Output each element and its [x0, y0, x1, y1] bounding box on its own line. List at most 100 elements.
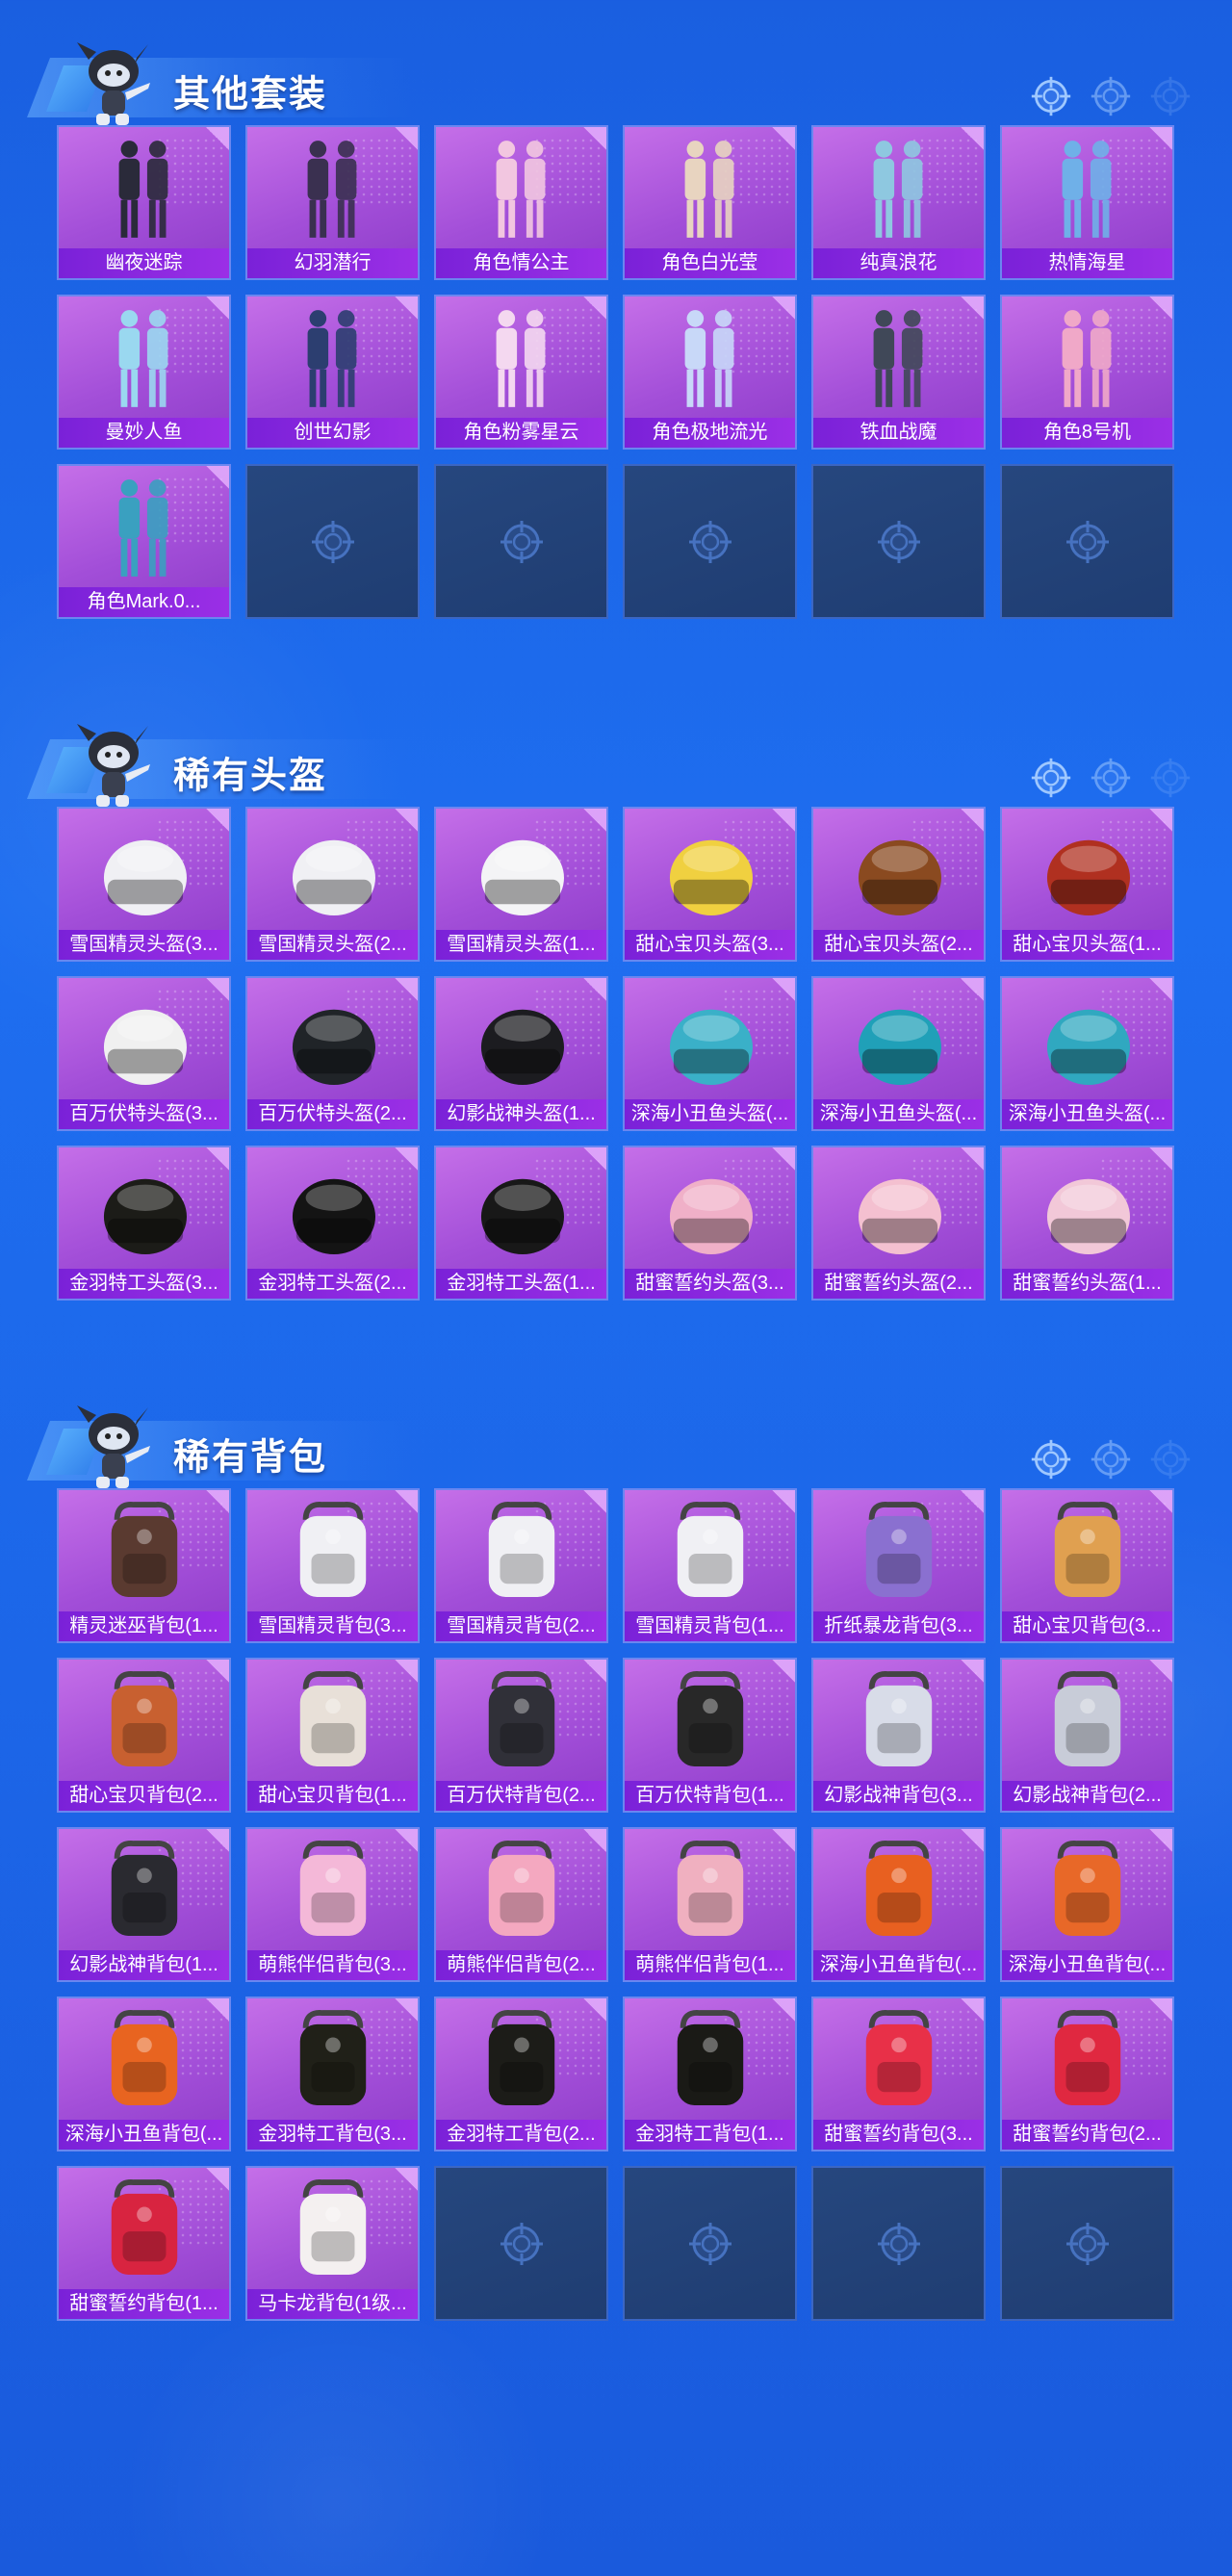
header-icon-group — [1030, 1438, 1192, 1481]
item-card[interactable]: 折纸暴龙背包(3... — [811, 1488, 986, 1643]
empty-slot — [1000, 2166, 1174, 2321]
item-card[interactable]: 角色Mark.0... — [57, 464, 231, 619]
item-label: 甜蜜誓约头盔(1... — [1002, 1269, 1172, 1299]
item-card[interactable]: 金羽特工头盔(1... — [434, 1146, 608, 1301]
crosshair-icon — [876, 2221, 922, 2267]
item-label: 热情海星 — [1002, 248, 1172, 278]
section-rare-helmets: 稀有头盔 雪国精灵头盔(3... 雪国精灵头盔(2... 雪国精灵头盔(1...… — [0, 682, 1232, 1301]
item-card[interactable]: 马卡龙背包(1级... — [245, 2166, 420, 2321]
item-card[interactable]: 雪国精灵头盔(1... — [434, 807, 608, 962]
section-title: 稀有头盔 — [173, 756, 328, 797]
item-grid: 精灵迷巫背包(1... 雪国精灵背包(3... 雪国精灵背包(2... 雪国精灵… — [57, 1488, 1174, 2321]
item-label: 雪国精灵头盔(3... — [59, 930, 229, 960]
item-card[interactable]: 雪国精灵背包(1... — [623, 1488, 797, 1643]
item-card[interactable]: 甜蜜誓约头盔(1... — [1000, 1146, 1174, 1301]
item-label: 金羽特工背包(3... — [247, 2120, 418, 2150]
item-card[interactable]: 雪国精灵背包(2... — [434, 1488, 608, 1643]
item-label: 幻影战神背包(1... — [59, 1950, 229, 1980]
item-card[interactable]: 深海小丑鱼背包(... — [57, 1996, 231, 2151]
item-card[interactable]: 热情海星 — [1000, 125, 1174, 280]
item-card[interactable]: 金羽特工背包(2... — [434, 1996, 608, 2151]
item-card[interactable]: 甜蜜誓约头盔(2... — [811, 1146, 986, 1301]
crosshair-icon — [310, 519, 356, 565]
item-card[interactable]: 幽夜迷踪 — [57, 125, 231, 280]
item-card[interactable]: 深海小丑鱼背包(... — [1000, 1827, 1174, 1982]
item-card[interactable]: 金羽特工背包(1... — [623, 1996, 797, 2151]
item-card[interactable]: 甜心宝贝背包(3... — [1000, 1488, 1174, 1643]
item-card[interactable]: 萌熊伴侣背包(2... — [434, 1827, 608, 1982]
item-card[interactable]: 幻影战神背包(3... — [811, 1658, 986, 1813]
item-card[interactable]: 角色粉雾星云 — [434, 295, 608, 450]
item-card[interactable]: 甜心宝贝头盔(2... — [811, 807, 986, 962]
item-card[interactable]: 精灵迷巫背包(1... — [57, 1488, 231, 1643]
item-card[interactable]: 金羽特工头盔(3... — [57, 1146, 231, 1301]
item-card[interactable]: 幻羽潜行 — [245, 125, 420, 280]
item-card[interactable]: 萌熊伴侣背包(1... — [623, 1827, 797, 1982]
item-label: 角色情公主 — [436, 248, 606, 278]
crosshair-icon — [1149, 75, 1192, 117]
item-card[interactable]: 角色白光莹 — [623, 125, 797, 280]
item-card[interactable]: 甜蜜誓约头盔(3... — [623, 1146, 797, 1301]
item-label: 甜蜜誓约头盔(3... — [625, 1269, 795, 1299]
item-card[interactable]: 角色8号机 — [1000, 295, 1174, 450]
item-card[interactable]: 纯真浪花 — [811, 125, 986, 280]
item-card[interactable]: 甜心宝贝背包(2... — [57, 1658, 231, 1813]
item-label: 甜心宝贝背包(2... — [59, 1781, 229, 1811]
item-label: 金羽特工头盔(1... — [436, 1269, 606, 1299]
item-card[interactable]: 甜蜜誓约背包(3... — [811, 1996, 986, 2151]
empty-slot — [623, 2166, 797, 2321]
item-label: 金羽特工头盔(3... — [59, 1269, 229, 1299]
item-card[interactable]: 雪国精灵背包(3... — [245, 1488, 420, 1643]
header-icon-group — [1030, 757, 1192, 799]
item-label: 百万伏特头盔(2... — [247, 1099, 418, 1129]
item-card[interactable]: 深海小丑鱼头盔(... — [811, 976, 986, 1131]
crosshair-icon — [687, 519, 733, 565]
item-label: 甜蜜誓约背包(2... — [1002, 2120, 1172, 2150]
item-card[interactable]: 萌熊伴侣背包(3... — [245, 1827, 420, 1982]
crosshair-icon — [1065, 2221, 1111, 2267]
item-label: 甜蜜誓约背包(3... — [813, 2120, 984, 2150]
item-label: 角色Mark.0... — [59, 587, 229, 617]
crosshair-icon — [1090, 757, 1132, 799]
crosshair-icon — [1030, 757, 1072, 799]
item-card[interactable]: 幻影战神头盔(1... — [434, 976, 608, 1131]
item-card[interactable]: 幻影战神背包(2... — [1000, 1658, 1174, 1813]
empty-slot — [1000, 464, 1174, 619]
item-card[interactable]: 创世幻影 — [245, 295, 420, 450]
item-card[interactable]: 深海小丑鱼背包(... — [811, 1827, 986, 1982]
item-label: 角色粉雾星云 — [436, 418, 606, 448]
item-label: 马卡龙背包(1级... — [247, 2289, 418, 2319]
item-card[interactable]: 雪国精灵头盔(2... — [245, 807, 420, 962]
item-label: 甜心宝贝头盔(3... — [625, 930, 795, 960]
item-card[interactable]: 甜蜜誓约背包(1... — [57, 2166, 231, 2321]
item-card[interactable]: 曼妙人鱼 — [57, 295, 231, 450]
item-card[interactable]: 深海小丑鱼头盔(... — [1000, 976, 1174, 1131]
item-card[interactable]: 甜心宝贝背包(1... — [245, 1658, 420, 1813]
item-card[interactable]: 金羽特工头盔(2... — [245, 1146, 420, 1301]
item-card[interactable]: 铁血战魔 — [811, 295, 986, 450]
item-card[interactable]: 甜心宝贝头盔(3... — [623, 807, 797, 962]
item-card[interactable]: 甜心宝贝头盔(1... — [1000, 807, 1174, 962]
mascot-icon — [67, 1396, 156, 1492]
section-header: 稀有头盔 — [0, 682, 1232, 807]
item-label: 百万伏特背包(1... — [625, 1781, 795, 1811]
item-card[interactable]: 深海小丑鱼头盔(... — [623, 976, 797, 1131]
item-card[interactable]: 百万伏特背包(1... — [623, 1658, 797, 1813]
item-card[interactable]: 角色极地流光 — [623, 295, 797, 450]
item-card[interactable]: 幻影战神背包(1... — [57, 1827, 231, 1982]
item-card[interactable]: 金羽特工背包(3... — [245, 1996, 420, 2151]
item-label: 甜蜜誓约头盔(2... — [813, 1269, 984, 1299]
item-label: 折纸暴龙背包(3... — [813, 1611, 984, 1641]
item-card[interactable]: 百万伏特头盔(3... — [57, 976, 231, 1131]
crosshair-icon — [1149, 1438, 1192, 1481]
item-card[interactable]: 角色情公主 — [434, 125, 608, 280]
item-card[interactable]: 百万伏特背包(2... — [434, 1658, 608, 1813]
item-card[interactable]: 雪国精灵头盔(3... — [57, 807, 231, 962]
item-card[interactable]: 甜蜜誓约背包(2... — [1000, 1996, 1174, 2151]
item-label: 甜蜜誓约背包(1... — [59, 2289, 229, 2319]
section-rare-backpacks: 稀有背包 精灵迷巫背包(1... 雪国精灵背包(3... 雪国精灵背包(2...… — [0, 1363, 1232, 2321]
item-label: 萌熊伴侣背包(3... — [247, 1950, 418, 1980]
item-card[interactable]: 百万伏特头盔(2... — [245, 976, 420, 1131]
mascot-icon — [67, 714, 156, 811]
empty-slot — [245, 464, 420, 619]
